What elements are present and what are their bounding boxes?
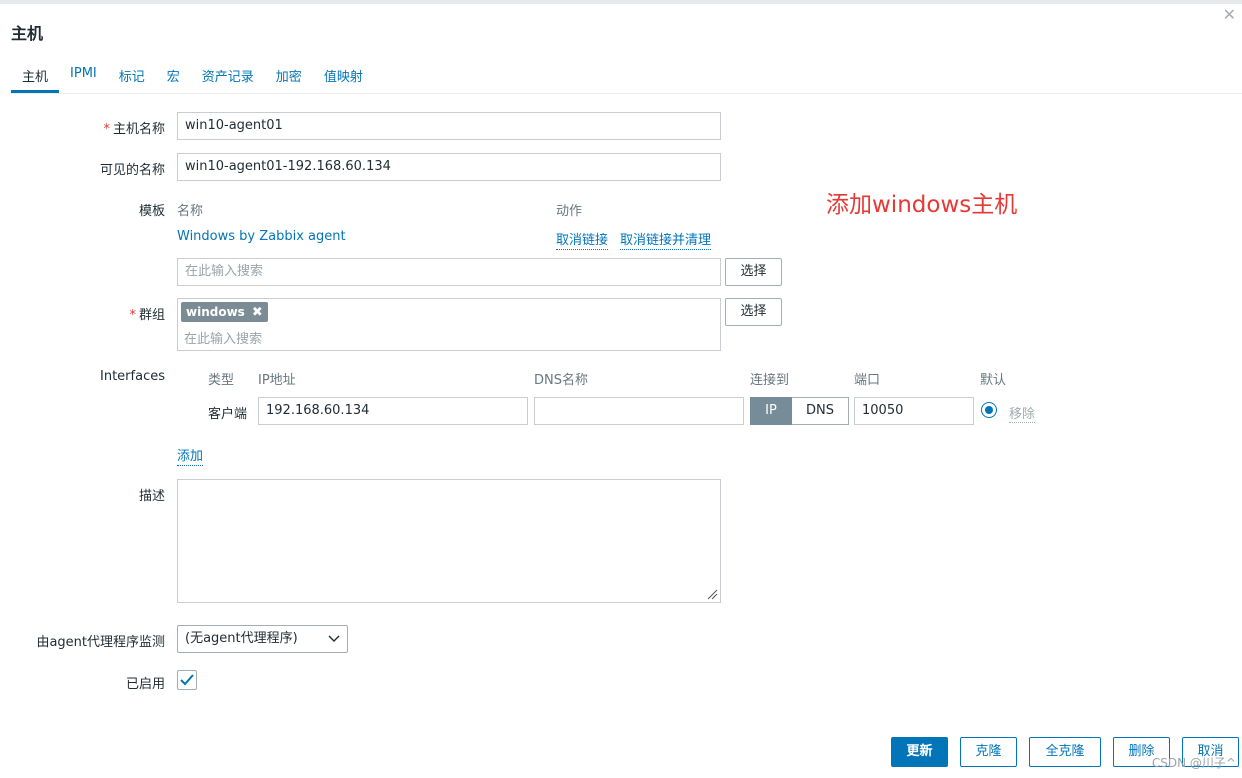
chevron-down-icon xyxy=(328,626,340,652)
interfaces-label: Interfaces xyxy=(100,369,165,384)
close-icon[interactable]: ✕ xyxy=(1223,7,1236,23)
checkmark-icon xyxy=(180,674,194,686)
full-clone-button[interactable]: 全克隆 xyxy=(1029,737,1101,767)
description-textarea[interactable] xyxy=(177,479,721,603)
connect-ip-button[interactable]: IP xyxy=(750,397,792,425)
tab-encryption[interactable]: 加密 xyxy=(265,58,313,93)
templates-col-name: 名称 xyxy=(177,204,204,219)
annotation-text: 添加windows主机 xyxy=(826,192,1018,218)
tab-ipmi[interactable]: IPMI xyxy=(59,58,108,93)
group-chip-windows: windows ✖ xyxy=(181,302,268,322)
groups-multiselect[interactable]: windows ✖ 在此输入搜索 xyxy=(177,298,721,351)
groups-label: * 群组 xyxy=(129,308,165,323)
required-marker: * xyxy=(103,122,110,137)
iface-header-connect: 连接到 xyxy=(750,373,790,388)
dialog-title: 主机 xyxy=(11,24,44,43)
update-button[interactable]: 更新 xyxy=(891,737,948,767)
unlink-button[interactable]: 取消链接 xyxy=(556,229,609,250)
tab-tags[interactable]: 标记 xyxy=(108,58,156,93)
iface-dns-input[interactable] xyxy=(534,397,744,425)
iface-port-input[interactable]: 10050 xyxy=(854,397,974,425)
connect-dns-button[interactable]: DNS xyxy=(792,397,849,425)
iface-header-type: 类型 xyxy=(208,373,235,388)
iface-type-agent: 客户端 xyxy=(208,407,248,422)
tab-bar: 主机 IPMI 标记 宏 资产记录 加密 值映射 xyxy=(11,58,374,93)
unlink-and-clear-button[interactable]: 取消链接并清理 xyxy=(620,229,712,250)
groups-select-button[interactable]: 选择 xyxy=(725,298,782,326)
templates-col-action: 动作 xyxy=(556,204,583,219)
proxy-label: 由agent代理程序监测 xyxy=(36,635,165,650)
templates-label: 模板 xyxy=(138,204,165,219)
iface-header-dns: DNS名称 xyxy=(534,373,588,388)
description-label: 描述 xyxy=(138,489,165,504)
tabs-divider xyxy=(11,93,1242,94)
tab-inventory[interactable]: 资产记录 xyxy=(191,58,265,93)
remove-chip-icon[interactable]: ✖ xyxy=(252,305,263,320)
visible-name-label: 可见的名称 xyxy=(99,163,165,178)
tab-macros[interactable]: 宏 xyxy=(156,58,191,93)
enabled-checkbox[interactable] xyxy=(177,670,197,690)
host-name-input[interactable]: win10-agent01 xyxy=(177,112,721,140)
add-interface-link[interactable]: 添加 xyxy=(177,445,204,466)
template-link-windows[interactable]: Windows by Zabbix agent xyxy=(177,229,346,244)
remove-interface-link: 移除 xyxy=(1009,403,1036,423)
groups-search-input[interactable]: 在此输入搜索 xyxy=(184,328,262,347)
default-interface-radio[interactable] xyxy=(981,402,997,418)
template-select-button[interactable]: 选择 xyxy=(725,258,782,286)
iface-header-ip: IP地址 xyxy=(258,373,296,388)
required-marker: * xyxy=(129,308,136,323)
iface-ip-input[interactable]: 192.168.60.134 xyxy=(258,397,528,425)
tab-value-mapping[interactable]: 值映射 xyxy=(313,58,374,93)
clone-button[interactable]: 克隆 xyxy=(960,737,1017,767)
tab-host[interactable]: 主机 xyxy=(11,58,60,93)
enabled-label: 已启用 xyxy=(125,677,165,692)
iface-header-default: 默认 xyxy=(980,373,1007,388)
watermark: CSDN @川子^ xyxy=(1151,756,1236,770)
host-name-label: * 主机名称 xyxy=(103,122,165,137)
connect-to-toggle: IP DNS xyxy=(750,397,849,425)
proxy-select[interactable]: (无agent代理程序) xyxy=(177,625,348,653)
resize-handle-icon[interactable] xyxy=(706,588,718,600)
iface-header-port: 端口 xyxy=(854,373,881,388)
visible-name-input[interactable]: win10-agent01-192.168.60.134 xyxy=(177,153,721,181)
template-search-input[interactable]: 在此输入搜索 xyxy=(177,258,721,286)
dialog-top-border xyxy=(0,0,1242,4)
